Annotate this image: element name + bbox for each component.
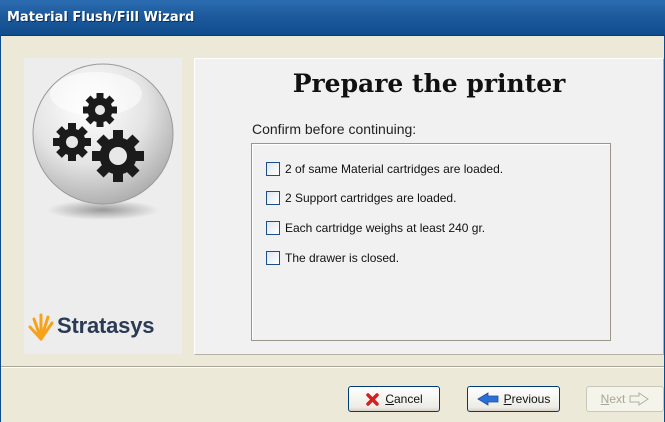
- checklist-item-material[interactable]: 2 of same Material cartridges are loaded…: [266, 159, 503, 179]
- page-title: Prepare the printer: [292, 69, 566, 98]
- confirmation-checklist: 2 of same Material cartridges are loaded…: [251, 143, 611, 341]
- back-arrow-icon: [476, 392, 499, 406]
- wizard-window: Stratasys Prepare the printer Confirm be…: [0, 36, 665, 422]
- content-panel: Prepare the printer Confirm before conti…: [194, 58, 664, 355]
- checkbox-label: Each cartridge weighs at least 240 gr.: [285, 221, 486, 235]
- checkbox[interactable]: [266, 221, 280, 235]
- checkbox-label: 2 of same Material cartridges are loaded…: [285, 162, 504, 176]
- window-title: Material Flush/Fill Wizard: [7, 10, 195, 25]
- checklist-item-support[interactable]: 2 Support cartridges are loaded.: [266, 188, 456, 208]
- checklist-item-weight[interactable]: Each cartridge weighs at least 240 gr.: [266, 218, 485, 238]
- next-button[interactable]: Next: [586, 386, 664, 412]
- checkbox-label: The drawer is closed.: [285, 251, 400, 265]
- checkbox[interactable]: [266, 162, 280, 176]
- cancel-button[interactable]: Cancel: [348, 386, 440, 412]
- next-label: Next: [600, 392, 626, 406]
- page-subtitle: Confirm before continuing:: [252, 121, 417, 137]
- checkbox[interactable]: [266, 191, 280, 205]
- stratasys-mark-icon: [28, 313, 54, 341]
- stratasys-logo: Stratasys: [28, 311, 154, 341]
- forward-arrow-icon: [629, 392, 650, 406]
- checkbox[interactable]: [266, 251, 280, 265]
- red-x-icon: [365, 392, 380, 407]
- footer-divider: [1, 366, 664, 368]
- branding-panel: Stratasys: [24, 58, 182, 354]
- previous-button[interactable]: Previous: [467, 386, 560, 412]
- logo-text: Stratasys: [57, 313, 155, 338]
- checklist-item-drawer[interactable]: The drawer is closed.: [266, 248, 399, 268]
- previous-label: Previous: [503, 392, 551, 406]
- checkbox-label: 2 Support cartridges are loaded.: [285, 191, 457, 205]
- gears-icon: [32, 63, 174, 220]
- title-bar[interactable]: Material Flush/Fill Wizard: [0, 0, 665, 36]
- cancel-label: Cancel: [385, 392, 423, 406]
